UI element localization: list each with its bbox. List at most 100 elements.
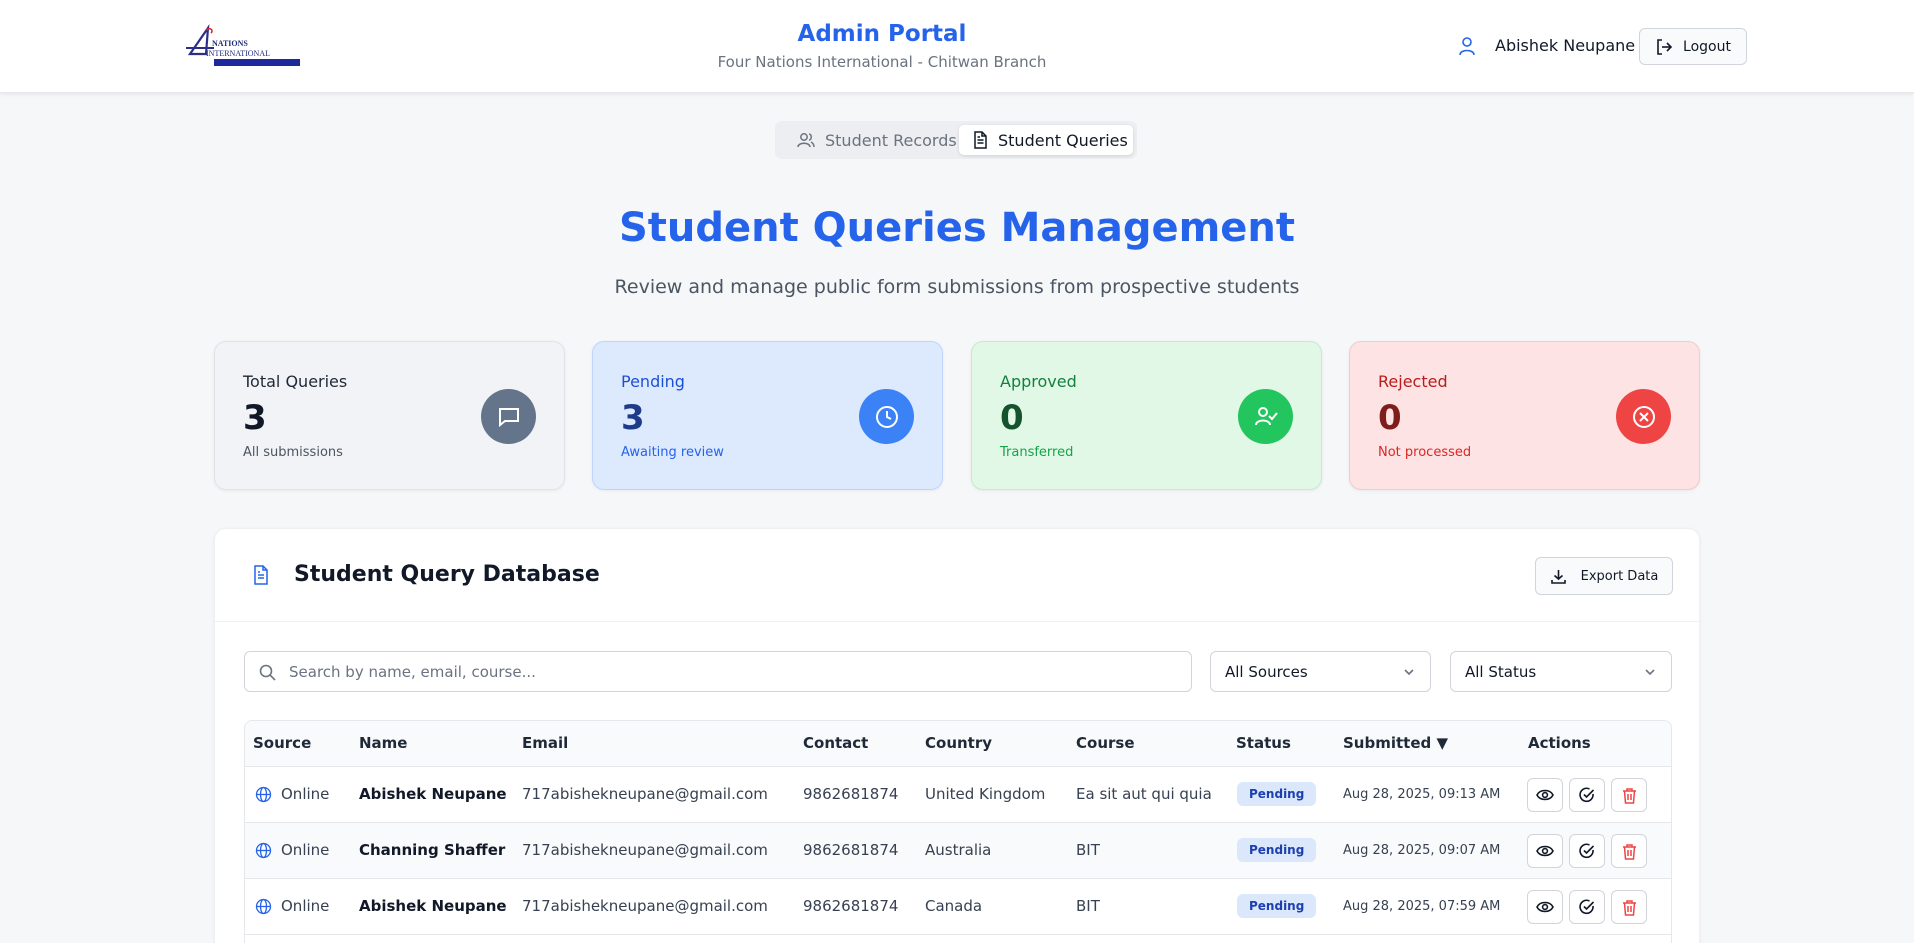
status-filter-value: All Status	[1465, 662, 1537, 681]
eye-icon	[1536, 789, 1554, 801]
table-row: Online Channing Shaffer 717abishekneupan…	[245, 823, 1671, 879]
clock-icon	[859, 389, 914, 444]
logout-icon	[1657, 38, 1673, 55]
submitted-cell: Aug 28, 2025, 09:13 AM	[1343, 787, 1501, 802]
top-bar: NATIONS INTERNATIONAL Admin Portal Four …	[0, 0, 1914, 93]
divider	[215, 621, 1701, 622]
stat-value: 3	[621, 398, 645, 438]
logout-label: Logout	[1683, 38, 1731, 55]
stat-card-rejected: Rejected 0 Not processed	[1349, 341, 1700, 490]
delete-button[interactable]	[1611, 890, 1647, 924]
course-cell: Ea sit aut qui quia	[1076, 785, 1212, 803]
name-cell: Abishek Neupane	[359, 897, 507, 915]
stat-value: 3	[243, 398, 267, 438]
tab-label: Student Queries	[998, 130, 1128, 150]
check-circle-icon	[1579, 843, 1595, 859]
view-button[interactable]	[1527, 890, 1563, 924]
stat-label: Rejected	[1378, 372, 1448, 391]
delete-button[interactable]	[1611, 834, 1647, 868]
export-label: Export Data	[1580, 568, 1659, 584]
email-cell: 717abishekneupane@gmail.com	[522, 841, 768, 859]
table-row: Online Abishek Neupane 717abishekneupane…	[245, 879, 1671, 935]
user-name: Abishek Neupane	[1495, 36, 1636, 55]
stat-value: 0	[1000, 398, 1024, 438]
stat-note: Awaiting review	[621, 445, 724, 460]
query-database-panel: Student Query Database Export Data All S…	[214, 528, 1701, 943]
table-header: Source Name Email Contact Country Course…	[245, 721, 1671, 767]
panel-title: Student Query Database	[294, 562, 600, 587]
tab-student-queries[interactable]: Student Queries	[959, 125, 1133, 155]
export-data-button[interactable]: Export Data	[1535, 557, 1673, 595]
column-header-submitted[interactable]: Submitted ▼	[1343, 734, 1448, 752]
globe-icon	[255, 786, 272, 803]
status-badge: Pending	[1237, 838, 1317, 862]
country-cell: Canada	[925, 897, 983, 915]
column-header-source: Source	[253, 734, 312, 752]
logout-button[interactable]: Logout	[1639, 28, 1747, 65]
stat-card-approved: Approved 0 Transferred	[971, 341, 1322, 490]
eye-icon	[1536, 901, 1554, 913]
eye-icon	[1536, 845, 1554, 857]
approve-button[interactable]	[1569, 834, 1605, 868]
document-icon	[974, 131, 987, 149]
contact-cell: 9862681874	[803, 841, 899, 859]
approve-button[interactable]	[1569, 890, 1605, 924]
download-icon	[1550, 569, 1566, 584]
stat-note: Transferred	[1000, 445, 1074, 460]
stat-label: Pending	[621, 372, 685, 391]
check-circle-icon	[1579, 899, 1595, 915]
chevron-down-icon	[1404, 669, 1414, 676]
status-filter-select[interactable]: All Status	[1450, 651, 1672, 692]
column-header-status: Status	[1236, 734, 1291, 752]
sources-filter-value: All Sources	[1225, 662, 1308, 681]
tab-student-records[interactable]: Student Records	[779, 125, 961, 155]
view-button[interactable]	[1527, 778, 1563, 812]
approve-button[interactable]	[1569, 778, 1605, 812]
email-cell: 717abishekneupane@gmail.com	[522, 897, 768, 915]
message-icon	[481, 389, 536, 444]
document-icon	[254, 565, 268, 585]
view-button[interactable]	[1527, 834, 1563, 868]
portal-subtitle: Four Nations International - Chitwan Bra…	[717, 53, 1047, 71]
email-cell: 717abishekneupane@gmail.com	[522, 785, 768, 803]
stat-note: Not processed	[1378, 445, 1472, 460]
column-header-contact: Contact	[803, 734, 869, 752]
search-box	[244, 651, 1192, 692]
tab-label: Student Records	[825, 130, 957, 150]
delete-button[interactable]	[1611, 778, 1647, 812]
globe-icon	[255, 842, 272, 859]
stat-value: 0	[1378, 398, 1402, 438]
status-badge: Pending	[1237, 894, 1317, 918]
status-badge: Pending	[1237, 782, 1317, 806]
sources-filter-select[interactable]: All Sources	[1210, 651, 1431, 692]
stat-label: Approved	[1000, 372, 1077, 391]
submitted-cell: Aug 28, 2025, 09:07 AM	[1343, 843, 1501, 858]
users-icon	[797, 133, 815, 148]
stat-card-total: Total Queries 3 All submissions	[214, 341, 565, 490]
name-cell: Channing Shaffer	[359, 841, 506, 859]
user-check-icon	[1238, 389, 1293, 444]
country-cell: United Kingdom	[925, 785, 1046, 803]
search-input[interactable]	[289, 652, 1179, 691]
x-circle-icon	[1616, 389, 1671, 444]
chevron-down-icon	[1645, 669, 1655, 676]
check-circle-icon	[1579, 787, 1595, 803]
stat-label: Total Queries	[243, 372, 348, 391]
contact-cell: 9862681874	[803, 785, 899, 803]
search-icon	[259, 664, 276, 681]
column-header-actions: Actions	[1528, 734, 1591, 752]
column-header-course: Course	[1076, 734, 1135, 752]
column-header-email: Email	[522, 734, 569, 752]
page-subtitle: Review and manage public form submission…	[614, 276, 1300, 298]
source-cell: Online	[281, 841, 330, 859]
view-tabs: Student Records Student Queries	[775, 121, 1137, 159]
page-title: Student Queries Management	[618, 205, 1296, 251]
stat-card-pending: Pending 3 Awaiting review	[592, 341, 943, 490]
trash-icon	[1622, 899, 1636, 916]
source-cell: Online	[281, 897, 330, 915]
user-icon	[1459, 37, 1475, 56]
trash-icon	[1622, 843, 1636, 860]
source-cell: Online	[281, 785, 330, 803]
stat-note: All submissions	[243, 445, 343, 460]
queries-table: Source Name Email Contact Country Course…	[244, 720, 1672, 943]
